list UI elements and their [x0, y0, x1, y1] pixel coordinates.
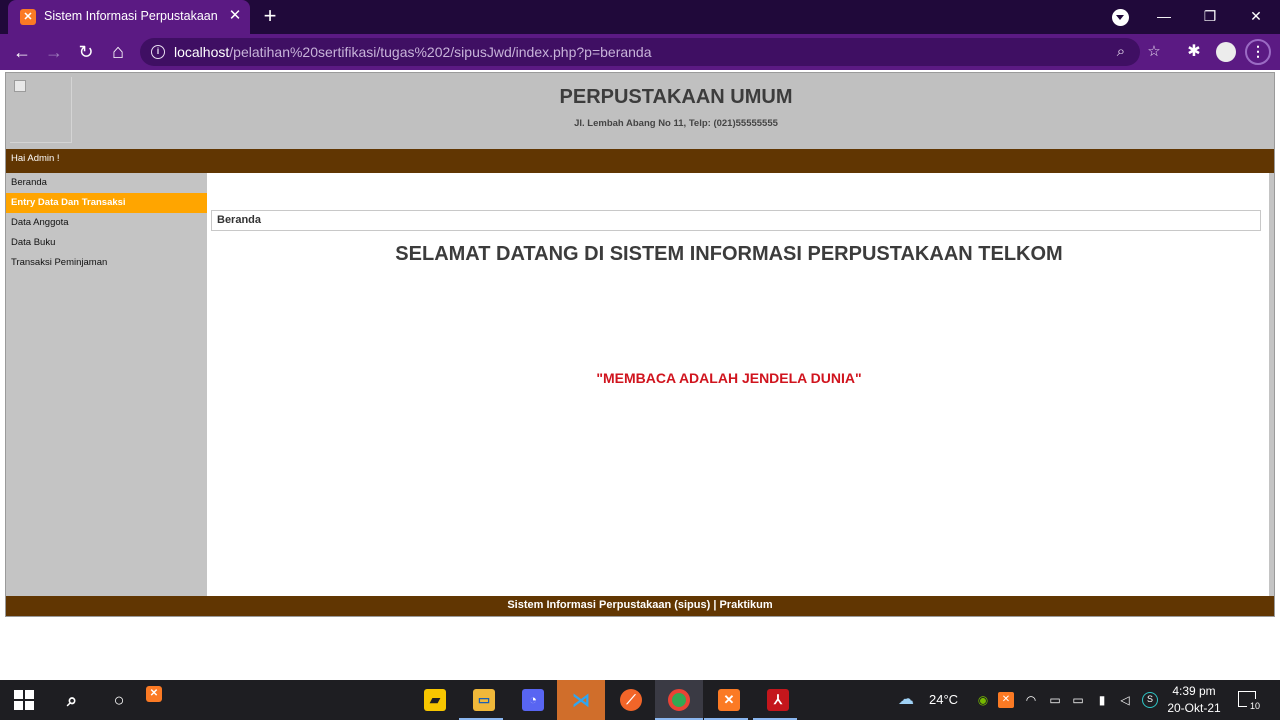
- reload-button[interactable]: ↻: [74, 40, 98, 64]
- greeting-bar: Hai Admin !: [6, 149, 1274, 173]
- weather-cloud-icon[interactable]: ☁: [898, 692, 914, 708]
- url-host: localhost: [174, 44, 230, 60]
- battery-icon[interactable]: ▭: [1070, 692, 1086, 708]
- url-path: /pelatihan%20sertifikasi/tugas%202/sipus…: [229, 44, 652, 60]
- browser-tab[interactable]: ✕ Sistem Informasi Perpustakaan ✕: [8, 0, 250, 34]
- restore-button[interactable]: ❐: [1194, 4, 1226, 28]
- file-explorer-icon[interactable]: ▭: [473, 689, 495, 711]
- notification-count: 10: [1247, 699, 1263, 713]
- acrobat-icon[interactable]: ⅄: [767, 689, 789, 711]
- windows-start-icon[interactable]: [14, 690, 34, 710]
- xampp-tray-icon[interactable]: ✕: [146, 686, 162, 702]
- back-button[interactable]: ←: [10, 40, 34, 64]
- cortana-icon[interactable]: ○: [108, 689, 130, 711]
- address-bar[interactable]: i localhost/pelatihan%20sertifikasi/tuga…: [140, 38, 1161, 66]
- browser-tab-strip: ✕ Sistem Informasi Perpustakaan ✕ + — ❐ …: [0, 0, 1280, 34]
- language-icon[interactable]: S: [1142, 692, 1158, 708]
- chrome-icon[interactable]: [668, 689, 690, 711]
- sidebar-item-transaksi-peminjaman[interactable]: Transaksi Peminjaman: [6, 253, 207, 273]
- nvidia-icon[interactable]: ◉: [975, 692, 991, 708]
- xampp-favicon-icon: ✕: [20, 9, 36, 25]
- greeting-text: Hai Admin !: [11, 153, 60, 164]
- sidebar-item-beranda[interactable]: Beranda: [6, 173, 207, 193]
- welcome-heading: SELAMAT DATANG DI SISTEM INFORMASI PERPU…: [395, 243, 1063, 265]
- extensions-icon[interactable]: ✱: [1184, 42, 1204, 62]
- sidebar-item-data-buku[interactable]: Data Buku: [6, 233, 207, 253]
- minimize-button[interactable]: —: [1148, 4, 1180, 28]
- content-right-border: [1269, 173, 1274, 596]
- clock-date: 20-Okt-21: [1167, 701, 1221, 715]
- sticky-notes-icon[interactable]: ▰: [424, 689, 446, 711]
- tab-title: Sistem Informasi Perpustakaan: [44, 9, 218, 23]
- site-title: PERPUSTAKAAN UMUM: [559, 86, 793, 108]
- main-content: Beranda SELAMAT DATANG DI SISTEM INFORMA…: [207, 173, 1269, 596]
- microphone-icon[interactable]: ▮: [1094, 692, 1110, 708]
- search-icon[interactable]: ⌕: [61, 689, 83, 711]
- breadcrumb: Beranda: [211, 210, 1261, 231]
- site-footer: Sistem Informasi Perpustakaan (sipus) | …: [6, 596, 1274, 616]
- site-header: PERPUSTAKAAN UMUM Jl. Lembah Abang No 11…: [6, 73, 1274, 149]
- site-info-icon[interactable]: i: [151, 45, 165, 59]
- browser-toolbar: ← → ↻ ⌂ i localhost/pelatihan%20sertifik…: [0, 34, 1280, 70]
- forward-button[interactable]: →: [42, 40, 66, 64]
- wifi-icon[interactable]: ◠: [1023, 692, 1039, 708]
- quote-text: "MEMBACA ADALAH JENDELA DUNIA": [596, 370, 862, 386]
- tab-search-icon[interactable]: [1112, 9, 1129, 26]
- display-icon[interactable]: ▭: [1047, 692, 1063, 708]
- sidebar-item-data-anggota[interactable]: Data Anggota: [6, 213, 207, 233]
- clock-time: 4:39 pm: [1172, 684, 1216, 698]
- web-page: PERPUSTAKAAN UMUM Jl. Lembah Abang No 11…: [5, 72, 1275, 617]
- tab-close-icon[interactable]: ✕: [226, 7, 244, 25]
- volume-icon[interactable]: ◁: [1117, 692, 1133, 708]
- sidebar-item-entry-data[interactable]: Entry Data Dan Transaksi: [6, 193, 207, 213]
- sidebar-menu: Beranda Entry Data Dan Transaksi Data An…: [6, 173, 207, 596]
- discord-icon[interactable]: ◔: [522, 689, 544, 711]
- url-text[interactable]: localhost/pelatihan%20sertifikasi/tugas%…: [174, 44, 652, 60]
- site-address: Jl. Lembah Abang No 11, Telp: (021)55555…: [574, 118, 778, 129]
- windows-taskbar: ⌕ ○ ✕ ▰ ▭ ◔ ⋊ ⟋ ✕ ⅄ ☁ 24°C ◉ ✕ ◠ ▭ ▭ ▮ ◁…: [0, 680, 1280, 720]
- chrome-menu-icon[interactable]: ⋮: [1245, 39, 1271, 65]
- zoom-icon[interactable]: ⌕: [1112, 43, 1130, 61]
- temperature[interactable]: 24°C: [929, 692, 958, 707]
- bookmark-star-icon[interactable]: ☆: [1145, 43, 1163, 61]
- home-button[interactable]: ⌂: [106, 40, 130, 64]
- xampp-icon[interactable]: ✕: [718, 689, 740, 711]
- system-clock[interactable]: 4:39 pm 20-Okt-21: [1164, 683, 1224, 717]
- new-tab-button[interactable]: +: [258, 5, 282, 29]
- sublime-icon[interactable]: ⟋: [620, 689, 642, 711]
- close-window-button[interactable]: ✕: [1240, 4, 1272, 28]
- xampp-tray-icon-2[interactable]: ✕: [998, 692, 1014, 708]
- profile-avatar[interactable]: [1216, 42, 1236, 62]
- vscode-icon[interactable]: ⋊: [570, 689, 592, 711]
